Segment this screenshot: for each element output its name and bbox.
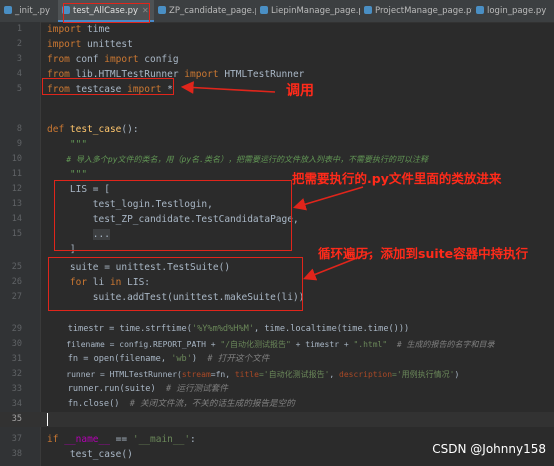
annotation-loop: 循环遍历，添加到suite容器中持执行 (318, 246, 529, 261)
annotation-put-classes: 把需要执行的.py文件里面的类放进来 (292, 171, 502, 186)
csdn-watermark: CSDN @Johnny158 (432, 442, 546, 456)
annotation-arrows (180, 81, 373, 281)
arrow-to-lis (292, 186, 364, 211)
arrow-to-import (180, 81, 276, 94)
annotation-call: 调用 (286, 83, 314, 99)
